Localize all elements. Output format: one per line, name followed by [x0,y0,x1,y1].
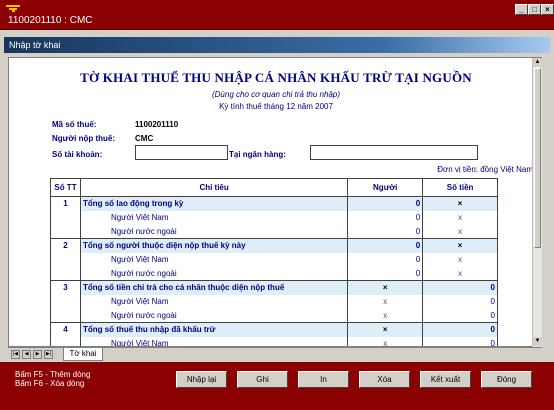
table-row[interactable]: 1 Tổng số lao động trong kỳ 0 × [50,196,498,211]
table-row[interactable]: Người Việt Nam x 0 [50,294,498,309]
row-persons[interactable]: 0 [347,210,424,225]
row-persons: x [347,294,424,309]
payer-value: CMC [135,134,154,143]
scroll-down-icon[interactable]: ▼ [533,337,542,346]
subwindow-title: Nhập tờ khai [4,37,550,53]
header-amount: Số tiền [422,178,498,197]
tax-table: Số TT Chỉ tiêu Người Số tiền 1 Tổng số l… [50,178,498,346]
currency-unit: Đơn vị tiền: đồng Việt Nam [437,165,533,174]
row-persons: x [347,336,424,346]
export-button[interactable]: Kết xuất [420,371,471,388]
app-icon [6,5,20,12]
account-input[interactable] [135,145,228,160]
bank-input[interactable] [310,145,478,160]
table-row[interactable]: 3 Tổng số tiền chi trả cho cá nhân thuộc… [50,280,498,295]
row-stt: 2 [50,238,81,253]
tax-period: Kỳ tính thuế tháng 12 năm 2007 [219,102,333,111]
row-label: Tổng số thuế thu nhập đã khấu trừ [79,322,349,337]
tax-code-label: Mã số thuế: [52,120,97,129]
row-stt [50,224,81,239]
header-stt: Số TT [50,178,81,197]
hint-delete-row: Bấm F6 - Xóa dòng [15,379,85,388]
bank-label: Tại ngân hàng: [229,150,286,159]
row-stt [50,308,81,323]
scroll-thumb[interactable] [534,68,541,248]
row-persons[interactable]: 0 [347,224,424,239]
close-window-button[interactable]: × [541,4,554,15]
table-row[interactable]: Người Việt Nam 0 x [50,210,498,225]
row-stt [50,210,81,225]
row-persons[interactable]: 0 [347,252,424,267]
row-amount: × [422,196,498,211]
row-amount[interactable]: 0 [422,322,498,337]
row-stt [50,336,81,346]
row-amount: x [422,210,498,225]
scroll-up-icon[interactable]: ▲ [533,58,542,67]
minimize-button[interactable]: _ [515,4,528,15]
table-row[interactable]: Người nước ngoài 0 x [50,224,498,239]
row-persons: × [347,322,424,337]
app-title-bar: 1100201110 : CMC _ □ × [0,0,554,30]
row-amount[interactable]: 0 [422,308,498,323]
row-stt [50,294,81,309]
account-label: Số tài khoản: [52,150,103,159]
vertical-scrollbar[interactable]: ▲ ▼ [532,58,542,347]
row-persons[interactable]: 0 [347,196,424,211]
row-stt [50,252,81,267]
prev-sheet-icon[interactable]: ◀ [22,350,31,359]
payer-label: Người nộp thuế: [52,134,116,143]
row-persons: × [347,280,424,295]
reset-button[interactable]: Nhập lại [176,371,227,388]
row-label: Người Việt Nam [79,252,349,267]
window-title: 1100201110 : CMC [8,15,93,26]
row-amount: x [422,224,498,239]
row-amount: x [422,266,498,281]
row-persons[interactable]: 0 [347,266,424,281]
sheet-tab-bar: |◀ ◀ ▶ ▶| Tờ khai [8,347,542,362]
row-persons[interactable]: 0 [347,238,424,253]
row-amount[interactable]: 0 [422,336,498,346]
delete-button[interactable]: Xóa [359,371,410,388]
row-label: Người nước ngoài [79,308,349,323]
tax-code-value: 1100201110 [135,120,179,129]
row-label: Tổng số lao động trong kỳ [79,196,349,211]
row-amount: x [422,252,498,267]
row-amount[interactable]: 0 [422,294,498,309]
first-sheet-icon[interactable]: |◀ [11,350,20,359]
print-button[interactable]: In [298,371,349,388]
table-row[interactable]: Người Việt Nam 0 x [50,252,498,267]
table-row[interactable]: Người Việt Nam x 0 [50,336,498,346]
row-stt: 4 [50,322,81,337]
close-button[interactable]: Đóng [481,371,532,388]
row-persons: x [347,308,424,323]
row-amount[interactable]: 0 [422,280,498,295]
tab-to-khai[interactable]: Tờ khai [63,348,103,361]
row-label: Người nước ngoài [79,266,349,281]
form-area: TỜ KHAI THUẾ THU NHẬP CÁ NHÂN KHẤU TRỪ T… [8,57,542,347]
form-title: TỜ KHAI THUẾ THU NHẬP CÁ NHÂN KHẤU TRỪ T… [80,70,472,85]
row-stt: 3 [50,280,81,295]
table-row[interactable]: 2 Tổng số người thuộc diện nộp thuế kỳ n… [50,238,498,253]
row-label: Người Việt Nam [79,210,349,225]
last-sheet-icon[interactable]: ▶| [44,350,53,359]
save-button[interactable]: Ghi [237,371,288,388]
row-label: Người Việt Nam [79,294,349,309]
header-indicator: Chỉ tiêu [79,178,349,197]
row-label: Người nước ngoài [79,224,349,239]
hint-add-row: Bấm F5 - Thêm dòng [15,370,91,379]
row-stt [50,266,81,281]
table-row[interactable]: 4 Tổng số thuế thu nhập đã khấu trừ × 0 [50,322,498,337]
row-label: Tổng số người thuộc diện nộp thuế kỳ này [79,238,349,253]
maximize-button[interactable]: □ [528,4,541,15]
form-subtitle: (Dùng cho cơ quan chi trả thu nhập) [211,90,341,99]
row-stt: 1 [50,196,81,211]
header-persons: Người [347,178,424,197]
next-sheet-icon[interactable]: ▶ [33,350,42,359]
row-label: Người Việt Nam [79,336,349,346]
table-row[interactable]: Người nước ngoài 0 x [50,266,498,281]
row-amount: × [422,238,498,253]
table-row[interactable]: Người nước ngoài x 0 [50,308,498,323]
row-label: Tổng số tiền chi trả cho cá nhân thuộc d… [79,280,349,295]
